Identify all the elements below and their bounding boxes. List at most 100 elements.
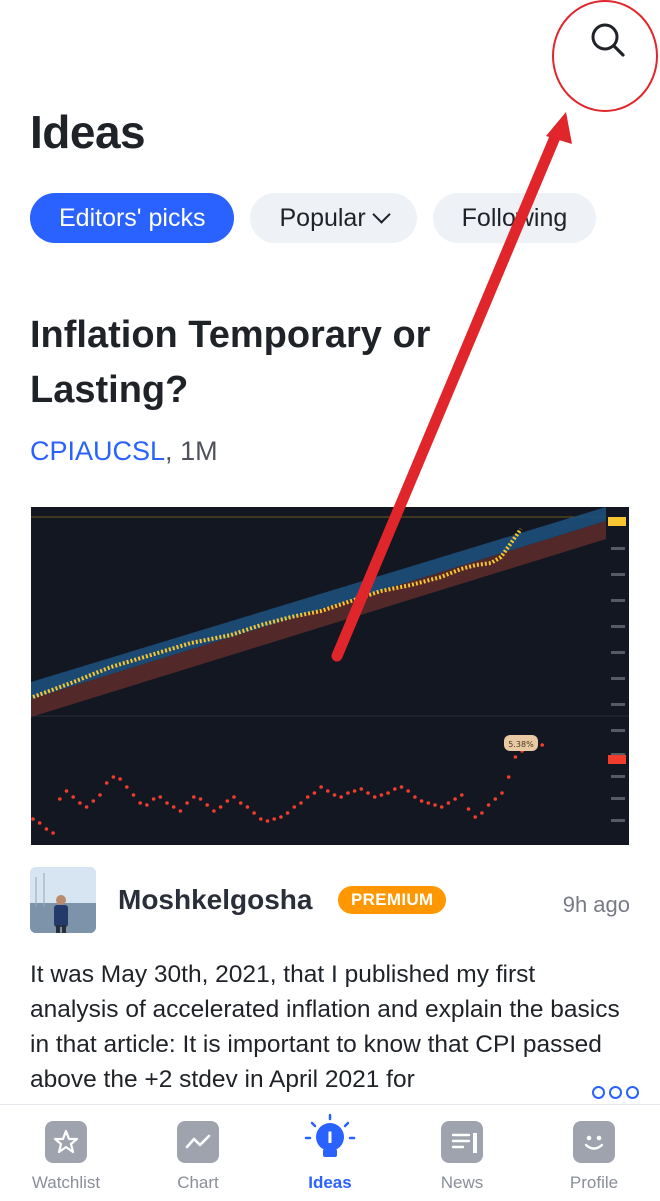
tab-label: Following bbox=[461, 203, 568, 232]
avatar[interactable] bbox=[30, 867, 96, 933]
idea-symbol-line: CPIAUCSL, 1M bbox=[30, 436, 218, 467]
roc-dot bbox=[259, 817, 263, 821]
tab-editors-picks[interactable]: Editors' picks bbox=[30, 193, 235, 243]
roc-dot bbox=[205, 803, 209, 807]
roc-dot bbox=[393, 787, 397, 791]
lightbulb-icon: I bbox=[304, 1113, 356, 1163]
roc-dot bbox=[299, 801, 303, 805]
nav-label: Profile bbox=[569, 1173, 619, 1192]
roc-dot bbox=[433, 803, 437, 807]
nav-label: News bbox=[440, 1173, 484, 1192]
roc-dot bbox=[138, 801, 142, 805]
roc-dot bbox=[37, 821, 42, 825]
roc-dot bbox=[406, 789, 411, 793]
roc-dot bbox=[506, 775, 511, 779]
roc-dot bbox=[285, 811, 290, 815]
roc-dot bbox=[413, 795, 417, 799]
timeframe: 1M bbox=[180, 436, 218, 466]
nav-ideas[interactable]: I Ideas bbox=[270, 1113, 390, 1193]
roc-dot bbox=[332, 793, 337, 797]
roc-dot bbox=[359, 787, 364, 791]
roc-dot bbox=[104, 781, 109, 785]
roc-dot bbox=[145, 803, 149, 807]
separator: , bbox=[165, 436, 181, 466]
roc-dot bbox=[272, 817, 276, 821]
nav-label: Watchlist bbox=[31, 1173, 101, 1192]
chevron-down-icon bbox=[371, 204, 391, 224]
smiley-icon bbox=[573, 1121, 615, 1163]
nav-news[interactable]: News bbox=[402, 1121, 522, 1193]
roc-dot bbox=[466, 807, 471, 811]
roc-dot bbox=[171, 805, 176, 809]
roc-dot bbox=[265, 819, 270, 823]
tab-label: Popular bbox=[279, 203, 366, 232]
roc-dot bbox=[71, 795, 75, 799]
idea-chart-image[interactable]: 5.38% bbox=[31, 507, 629, 845]
roc-dot bbox=[225, 799, 230, 803]
nav-profile[interactable]: Profile bbox=[534, 1121, 654, 1193]
chart-value-label: 5.38% bbox=[508, 740, 534, 749]
tab-label: Editors' picks bbox=[59, 203, 206, 232]
roc-dot bbox=[419, 799, 424, 803]
roc-dot bbox=[319, 785, 323, 789]
nav-label: Ideas bbox=[308, 1173, 352, 1192]
newspaper-icon bbox=[441, 1121, 483, 1163]
tab-popular[interactable]: Popular bbox=[250, 193, 417, 243]
roc-dot bbox=[292, 805, 297, 809]
roc-dot bbox=[91, 799, 96, 803]
roc-dot bbox=[473, 815, 478, 819]
roc-dot bbox=[245, 805, 250, 809]
roc-dot bbox=[326, 789, 330, 793]
roc-dot bbox=[439, 805, 444, 809]
dot-icon bbox=[609, 1086, 622, 1099]
nav-watchlist[interactable]: Watchlist bbox=[6, 1121, 126, 1193]
roc-dot bbox=[198, 797, 203, 801]
roc-dot bbox=[305, 795, 310, 799]
roc-dot bbox=[446, 801, 451, 805]
roc-dot bbox=[178, 809, 183, 813]
symbol-link[interactable]: CPIAUCSL bbox=[30, 436, 165, 466]
roc-dot bbox=[312, 791, 317, 795]
idea-description[interactable]: It was May 30th, 2021, that I published … bbox=[30, 957, 630, 1097]
roc-dot bbox=[151, 797, 156, 801]
dot-icon bbox=[592, 1086, 605, 1099]
roc-dot bbox=[279, 815, 283, 819]
roc-dot bbox=[352, 789, 357, 793]
roc-dot bbox=[232, 795, 236, 799]
author-name[interactable]: Moshkelgosha bbox=[118, 884, 312, 916]
roc-dot bbox=[460, 793, 464, 797]
roc-dot bbox=[372, 795, 377, 799]
search-button[interactable] bbox=[552, 0, 658, 112]
tab-following[interactable]: Following bbox=[432, 193, 597, 243]
nav-chart[interactable]: Chart bbox=[138, 1121, 258, 1193]
roc-dot bbox=[218, 805, 223, 809]
roc-dot bbox=[339, 795, 344, 799]
roc-dot bbox=[131, 793, 136, 797]
premium-badge: PREMIUM bbox=[338, 886, 447, 914]
idea-title[interactable]: Inflation Temporary or Lasting? bbox=[30, 308, 590, 418]
roc-dot bbox=[480, 811, 484, 815]
roc-dot bbox=[58, 797, 62, 801]
roc-dot bbox=[540, 743, 544, 747]
roc-dot bbox=[426, 801, 431, 805]
more-options-button[interactable] bbox=[588, 1086, 639, 1099]
page-title: Ideas bbox=[30, 106, 146, 158]
roc-dot bbox=[78, 801, 82, 805]
roc-dot bbox=[118, 777, 122, 781]
roc-dot bbox=[252, 811, 256, 815]
roc-dot bbox=[379, 793, 384, 797]
chart-thumbnail: 5.38% bbox=[31, 507, 629, 845]
roc-dot bbox=[44, 827, 49, 831]
roc-dot bbox=[399, 785, 404, 789]
search-icon bbox=[591, 23, 625, 57]
roc-dot bbox=[64, 789, 69, 793]
roc-dot bbox=[486, 803, 491, 807]
ideas-tabs: Editors' picks Popular Following bbox=[30, 193, 597, 243]
roc-dot bbox=[51, 831, 55, 835]
roc-dot bbox=[238, 801, 243, 805]
roc-dot bbox=[165, 801, 169, 805]
roc-dot bbox=[125, 785, 129, 789]
roc-dot bbox=[84, 805, 89, 809]
roc-dot bbox=[185, 801, 189, 805]
roc-dot bbox=[493, 797, 498, 801]
